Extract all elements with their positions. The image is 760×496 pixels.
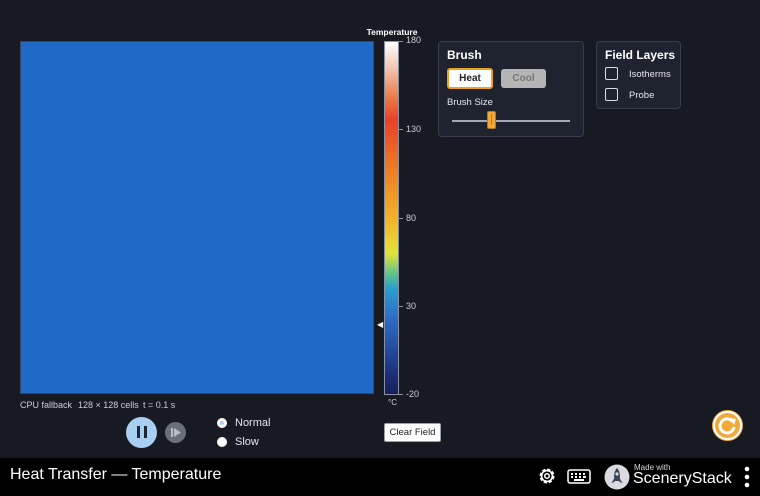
isotherms-checkbox[interactable] xyxy=(605,67,618,80)
isotherms-label[interactable]: Isotherms xyxy=(629,69,671,80)
pause-icon xyxy=(137,426,140,438)
field-layers-title: Field Layers xyxy=(605,48,676,62)
probe-checkbox[interactable] xyxy=(605,88,618,101)
colorbar-tick-label: 130 xyxy=(406,124,422,134)
more-options-button[interactable] xyxy=(744,466,750,488)
gear-icon xyxy=(539,468,555,484)
pause-button[interactable] xyxy=(126,417,157,448)
slider-grip-line xyxy=(491,114,492,125)
colorbar-tick-label: 30 xyxy=(406,301,417,311)
colorbar-tick-label: 80 xyxy=(406,213,417,223)
heat-brush-button[interactable]: Heat xyxy=(447,68,493,89)
brush-size-label: Brush Size xyxy=(447,97,493,108)
sim-title: Heat Transfer — Temperature xyxy=(10,466,222,483)
colorbar-tick-label: -20 xyxy=(406,389,420,399)
temperature-colorbar xyxy=(384,41,399,395)
colorbar-tick-mark xyxy=(399,218,403,219)
speed-normal-radio[interactable] xyxy=(217,418,227,428)
status-backend: CPU fallback xyxy=(20,400,73,410)
brush-panel-title: Brush xyxy=(447,48,482,62)
brand-name: SceneryStack xyxy=(633,470,732,487)
colorbar-tick-mark xyxy=(399,129,403,130)
colorbar-tick-mark xyxy=(399,306,403,307)
reset-icon xyxy=(713,411,742,440)
colorbar-unit: °C xyxy=(388,398,397,407)
cool-brush-button[interactable]: Cool xyxy=(501,69,546,88)
scenerystack-logo xyxy=(604,464,630,490)
step-forward-icon xyxy=(171,428,181,437)
speed-slow-label[interactable]: Slow xyxy=(235,436,259,448)
pause-icon xyxy=(144,426,147,438)
keyboard-shortcuts-button[interactable] xyxy=(567,467,591,485)
colorbar-tick-mark xyxy=(399,41,403,42)
brush-size-slider-track[interactable] xyxy=(452,120,570,122)
step-forward-button[interactable] xyxy=(165,422,186,443)
clear-field-button[interactable]: Clear Field xyxy=(384,423,441,442)
colorbar-tick-mark xyxy=(399,394,403,395)
colorbar-probe-marker-icon: ◀ xyxy=(377,320,384,329)
keyboard-icon xyxy=(567,469,591,484)
rocket-icon xyxy=(604,464,630,490)
colorbar-tick-label: 180 xyxy=(406,35,422,45)
kebab-menu-icon xyxy=(744,466,750,488)
speed-slow-radio[interactable] xyxy=(217,437,227,447)
status-time: t = 0.1 s xyxy=(143,400,176,410)
probe-label[interactable]: Probe xyxy=(629,90,654,101)
speed-normal-label[interactable]: Normal xyxy=(235,417,270,429)
reset-all-button[interactable] xyxy=(712,410,743,441)
heat-field-canvas[interactable] xyxy=(20,41,374,394)
settings-button[interactable] xyxy=(537,466,557,486)
status-grid-size: 128 × 128 cells xyxy=(78,400,139,410)
